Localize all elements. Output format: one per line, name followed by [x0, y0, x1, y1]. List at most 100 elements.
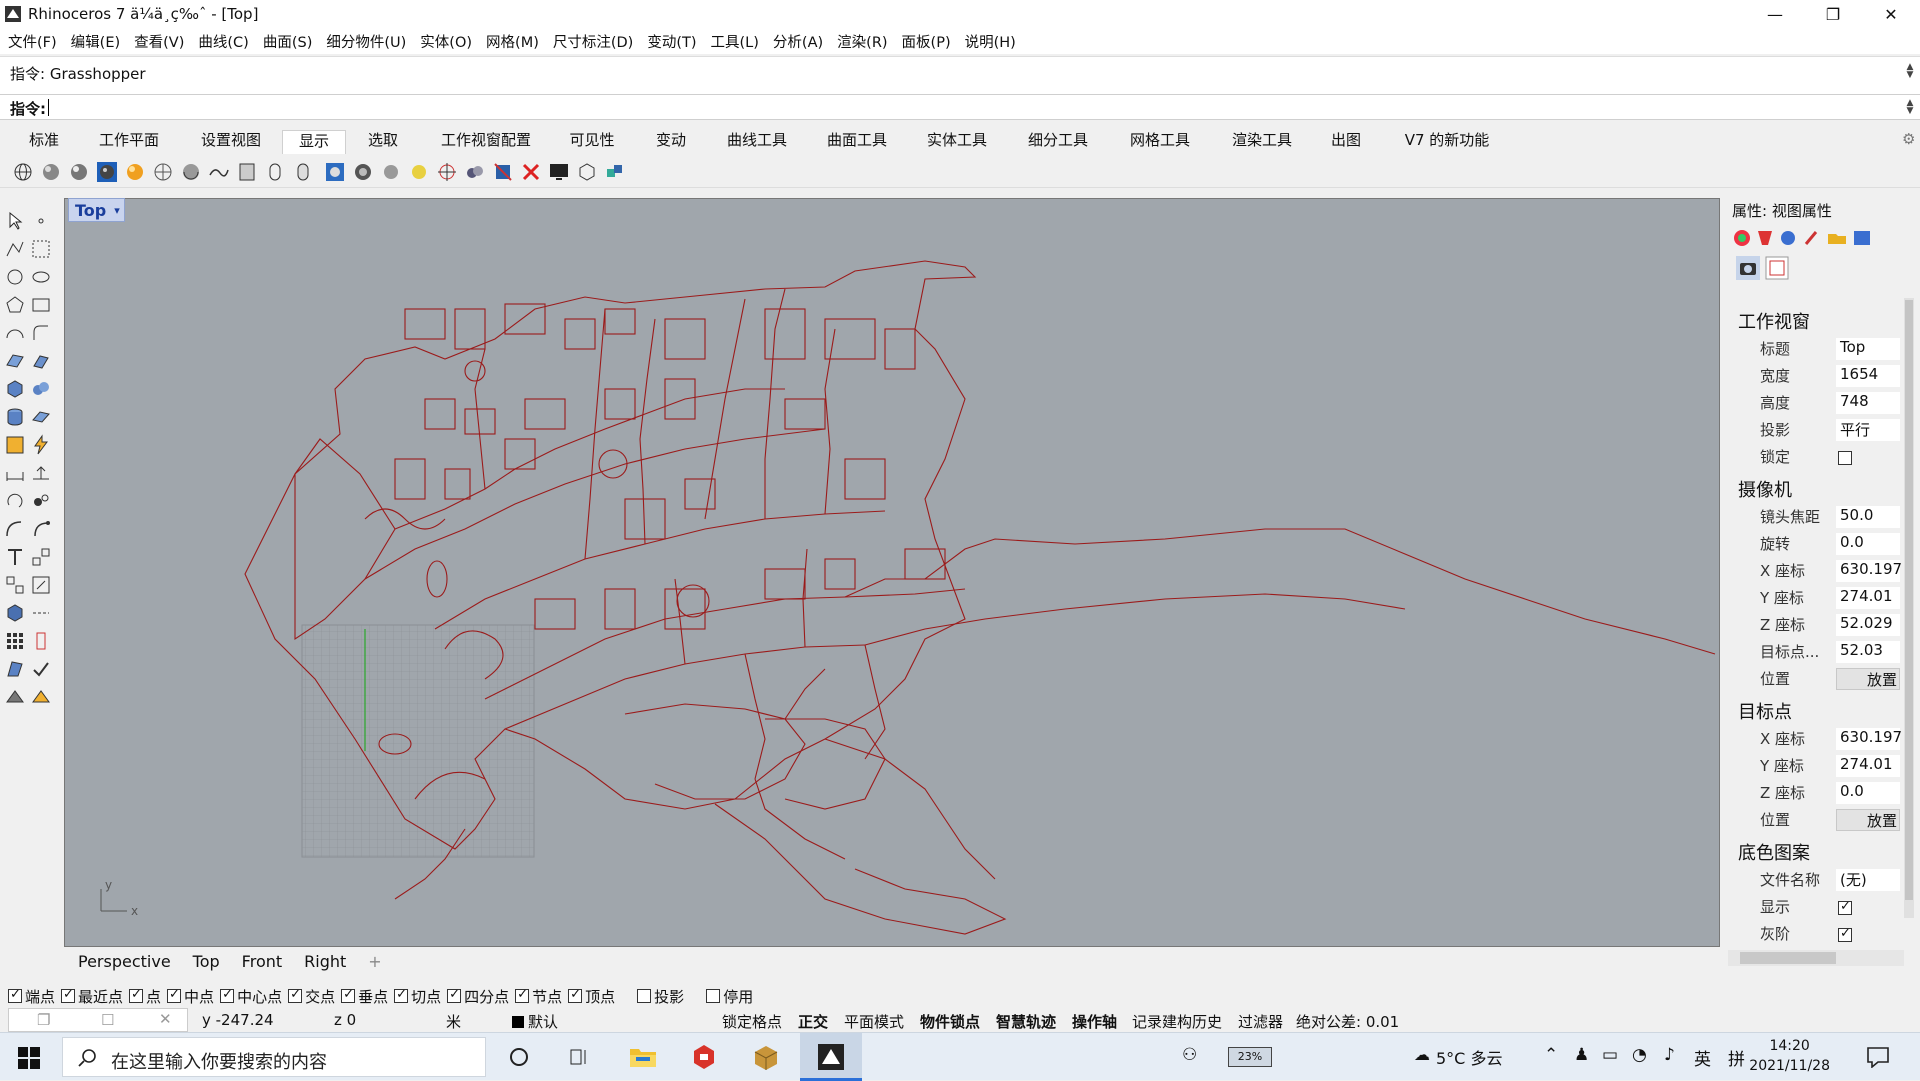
rotate-icon[interactable] — [4, 490, 26, 512]
show-checkbox[interactable] — [1838, 898, 1852, 916]
command-input[interactable] — [48, 99, 49, 116]
ellipse-icon[interactable] — [30, 266, 52, 288]
menu-edit[interactable]: 编辑(E) — [71, 31, 120, 52]
osnap-project[interactable]: 投影 — [637, 986, 684, 1007]
target-place-button[interactable]: 放置 — [1836, 809, 1900, 831]
osnap-vertex[interactable]: 顶点 — [568, 986, 615, 1007]
minimize-button[interactable]: — — [1746, 0, 1804, 28]
material-icon[interactable] — [30, 686, 52, 708]
prop-height-value[interactable]: 748 — [1836, 392, 1900, 414]
osnap-knot[interactable]: 节点 — [515, 986, 562, 1007]
menu-mesh[interactable]: 网格(M) — [486, 31, 539, 52]
osnap-quad[interactable]: 四分点 — [447, 986, 509, 1007]
menu-tools[interactable]: 工具(L) — [711, 31, 759, 52]
prop-cam-x-value[interactable]: 630.197 — [1836, 560, 1902, 582]
move-icon[interactable] — [30, 546, 52, 568]
text-icon[interactable] — [4, 546, 26, 568]
prop-filename-value[interactable]: (无) — [1836, 869, 1900, 891]
gear-icon[interactable]: ⚙ — [1902, 130, 1915, 148]
menu-solid[interactable]: 实体(O) — [420, 31, 472, 52]
rhino-taskbar-button[interactable] — [800, 1033, 862, 1081]
tab-select[interactable]: 选取 — [360, 130, 406, 154]
rectangle-icon[interactable] — [30, 294, 52, 316]
gray-sphere-icon[interactable] — [380, 161, 402, 183]
plane-icon[interactable] — [30, 406, 52, 428]
package-app-icon[interactable] — [752, 1043, 780, 1071]
menu-view[interactable]: 查看(V) — [134, 31, 184, 52]
tab-subd-tools[interactable]: 细分工具 — [1018, 130, 1098, 154]
camera-place-button[interactable]: 放置 — [1836, 668, 1900, 690]
osnap-center[interactable]: 中心点 — [220, 986, 282, 1007]
prop-projection-value[interactable]: 平行 — [1836, 419, 1900, 441]
command-scroll-arrows[interactable]: ▲ ▼ — [1904, 99, 1916, 116]
tab-surface-tools[interactable]: 曲面工具 — [818, 130, 896, 154]
notifications-icon[interactable] — [1866, 1046, 1890, 1068]
menu-file[interactable]: 文件(F) — [8, 31, 57, 52]
capsule-shade-icon[interactable] — [264, 161, 286, 183]
tab-standard[interactable]: 标准 — [22, 130, 66, 154]
box-display-icon[interactable] — [576, 161, 598, 183]
windows-start-icon[interactable] — [18, 1047, 40, 1069]
osnap-mid[interactable]: 中点 — [167, 986, 214, 1007]
prop-title-value[interactable]: Top — [1836, 338, 1900, 360]
arc-icon[interactable] — [4, 322, 26, 344]
tab-display[interactable]: 显示 — [282, 130, 346, 154]
prop-rotation-value[interactable]: 0.0 — [1836, 533, 1900, 555]
analyze-icon[interactable] — [4, 658, 26, 680]
prop-lens-value[interactable]: 50.0 — [1836, 506, 1900, 528]
viewport-grid-icon[interactable] — [324, 161, 346, 183]
osnap-perp[interactable]: 垂点 — [341, 986, 388, 1007]
close-button[interactable]: ✕ — [1862, 0, 1920, 28]
tab-curve-tools[interactable]: 曲线工具 — [718, 130, 796, 154]
viewport-dropdown-icon[interactable]: ▾ — [114, 204, 120, 217]
prop-tgt-y-value[interactable]: 274.01 — [1836, 755, 1900, 777]
tab-mesh-tools[interactable]: 网格工具 — [1120, 130, 1200, 154]
properties-icon-row[interactable] — [1732, 228, 1882, 248]
tab-set-view[interactable]: 设置视图 — [192, 130, 270, 154]
prop-tgt-z-value[interactable]: 0.0 — [1836, 782, 1900, 804]
cylinder-icon[interactable] — [4, 406, 26, 428]
osnap-near[interactable]: 最近点 — [61, 986, 123, 1007]
history-toggle[interactable]: 记录建构历史 — [1132, 1011, 1222, 1032]
xray-sphere-icon[interactable] — [152, 161, 174, 183]
sketchup-icon[interactable] — [690, 1043, 718, 1071]
tab-v7-new[interactable]: V7 的新功能 — [1392, 130, 1502, 154]
planar-toggle[interactable]: 平面模式 — [844, 1011, 904, 1032]
select-arrow-icon[interactable] — [4, 210, 26, 232]
circle-icon[interactable] — [4, 266, 26, 288]
history-scroll-arrows[interactable]: ▲ ▼ — [1904, 63, 1916, 80]
object-display-icon[interactable] — [464, 161, 486, 183]
hide-icon[interactable] — [520, 161, 542, 183]
tab-solid-tools[interactable]: 实体工具 — [918, 130, 996, 154]
menu-dimension[interactable]: 尺寸标注(D) — [553, 31, 633, 52]
osnap-tangent[interactable]: 切点 — [394, 986, 441, 1007]
viewport-title-tab[interactable]: Top ▾ — [68, 198, 125, 222]
group-icon[interactable] — [4, 574, 26, 596]
prop-target-dist-value[interactable]: 52.03 — [1836, 641, 1900, 663]
osnap-end[interactable]: 端点 — [8, 986, 55, 1007]
color-objects-icon[interactable] — [604, 161, 626, 183]
volume-icon[interactable]: ♪ — [1664, 1045, 1675, 1065]
tab-front[interactable]: Front — [242, 952, 282, 971]
tab-viewport-layout[interactable]: 工作视窗配置 — [430, 130, 542, 154]
tab-perspective[interactable]: Perspective — [78, 952, 171, 971]
zebra-icon[interactable] — [492, 161, 514, 183]
menu-surface[interactable]: 曲面(S) — [263, 31, 313, 52]
maximize-button[interactable]: ❐ — [1804, 0, 1862, 28]
array-icon[interactable] — [4, 630, 26, 652]
osnap-disable[interactable]: 停用 — [706, 986, 753, 1007]
technical-sphere-icon[interactable] — [180, 161, 202, 183]
polygon-icon[interactable] — [4, 294, 26, 316]
grayscale-checkbox[interactable] — [1838, 925, 1852, 943]
drawing-canvas[interactable]: y x — [65, 199, 1720, 947]
point-icon[interactable] — [30, 210, 52, 232]
smarttrack-toggle[interactable]: 智慧轨迹 — [996, 1011, 1056, 1032]
monitor-icon[interactable] — [548, 161, 570, 183]
filter-toggle[interactable]: 过滤器 — [1238, 1011, 1283, 1032]
named-view-icon[interactable] — [30, 630, 52, 652]
transform-icon[interactable] — [30, 462, 52, 484]
viewport-top[interactable]: y x — [64, 198, 1720, 947]
tab-right[interactable]: Right — [304, 952, 346, 971]
grid-snap-toggle[interactable]: 锁定格点 — [722, 1011, 782, 1032]
osnap-toggle[interactable]: 物件锁点 — [920, 1011, 980, 1032]
